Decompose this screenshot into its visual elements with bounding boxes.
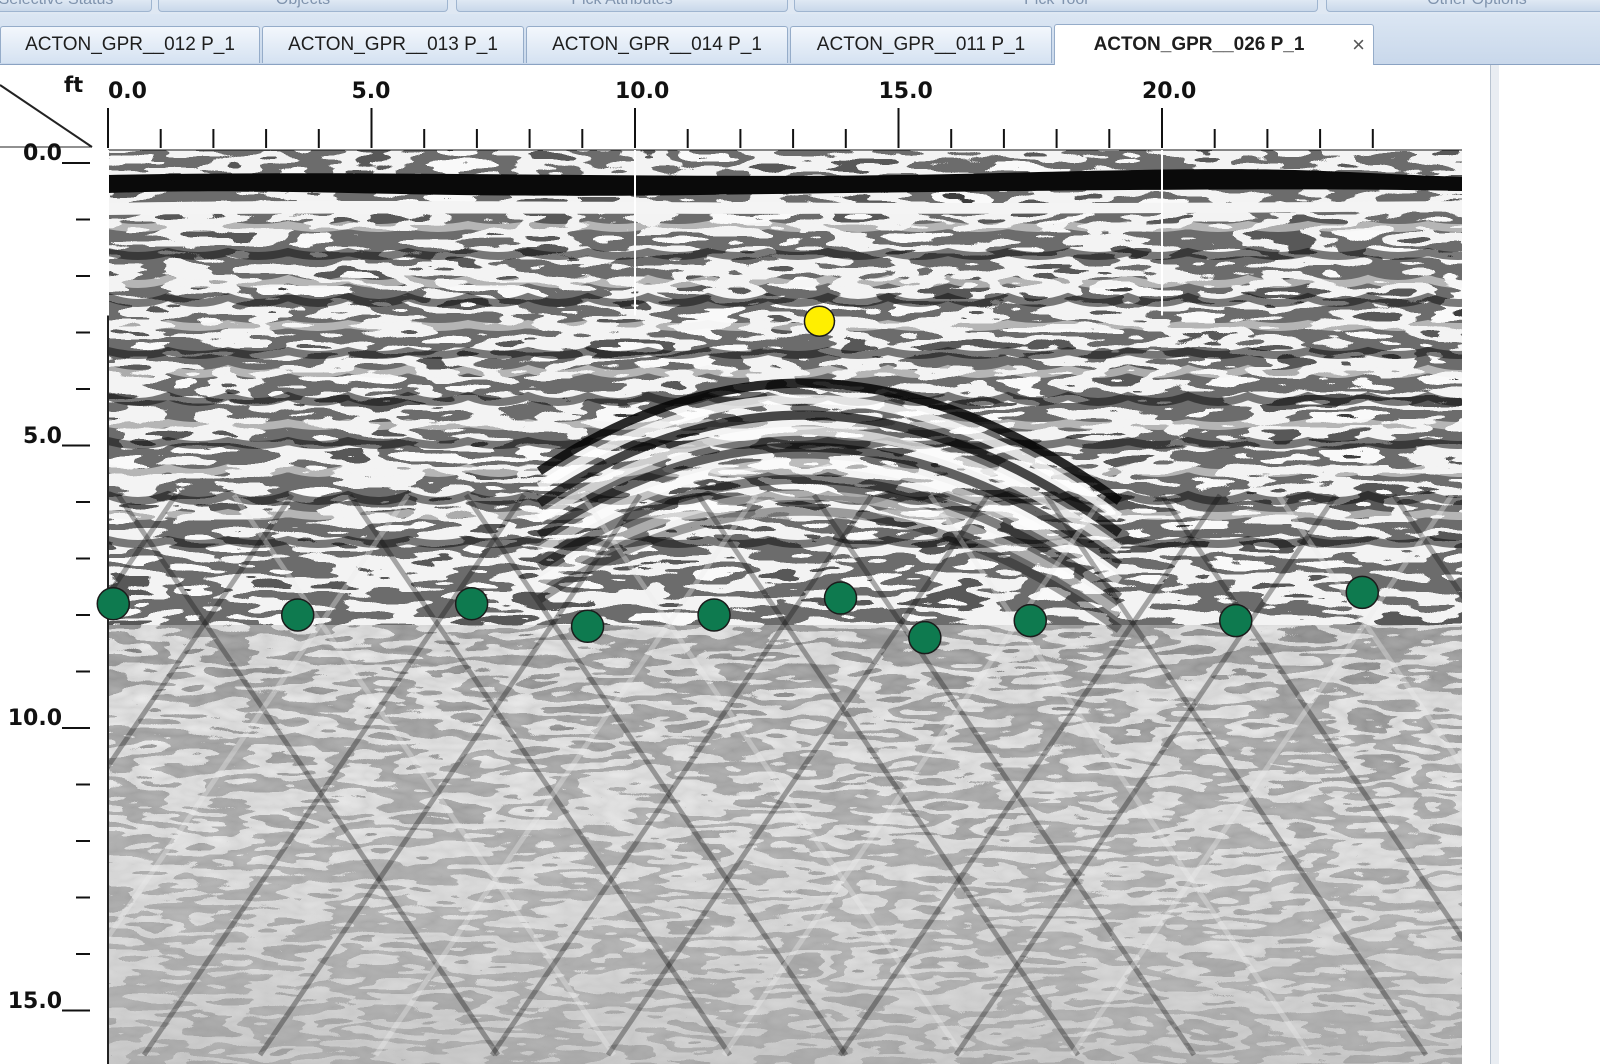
interface-pick-marker[interactable] [1345, 575, 1380, 610]
horizontal-distance-axis [107, 108, 1462, 151]
radargram-image [0, 150, 1462, 1064]
document-tab-strip: ACTON_GPR__012 P_1 ACTON_GPR__013 P_1 AC… [0, 14, 1600, 65]
diffraction-streak [0, 495, 60, 1055]
apex-pick-marker[interactable] [803, 305, 836, 337]
tab-acton-gpr-026-label: ACTON_GPR__026 P_1 [1093, 34, 1305, 55]
layer-band [108, 535, 1462, 548]
depth-axis [62, 162, 90, 1012]
interface-pick-marker[interactable] [697, 598, 731, 632]
depth-tick-label: 10.0 [7, 706, 62, 731]
x-tick-label: 5.0 [351, 79, 391, 104]
radargram-canvas[interactable] [0, 65, 1500, 1064]
interface-pick-marker[interactable] [454, 586, 489, 621]
interface-pick-marker[interactable] [280, 598, 315, 632]
unit-label: ft [64, 73, 84, 97]
tab-acton-gpr-011[interactable]: ACTON_GPR__011 P_1 [790, 26, 1052, 63]
x-tick-label: 10.0 [615, 79, 670, 104]
tab-acton-gpr-012[interactable]: ACTON_GPR__012 P_1 [0, 26, 260, 63]
right-pane-splitter[interactable] [1490, 65, 1499, 1064]
close-icon[interactable]: × [1352, 25, 1365, 65]
ribbon-toolbar: Selective Status Objects Pick Attributes… [0, 0, 1600, 14]
layer-band [108, 247, 1462, 260]
ribbon-group-pick-attributes[interactable]: Pick Attributes [456, 0, 788, 12]
layer-band [108, 346, 1462, 359]
interface-pick-marker[interactable] [1013, 603, 1047, 638]
ribbon-group-selective-status[interactable]: Selective Status [0, 0, 152, 12]
ribbon-group-other-options[interactable]: Other Options [1326, 0, 1600, 12]
ribbon-group-pick-tool[interactable]: Pick Tool [794, 0, 1318, 12]
layer-band [108, 319, 1462, 331]
interface-pick-marker[interactable] [823, 581, 858, 615]
depth-tick-label: 15.0 [7, 988, 62, 1014]
layer-band [108, 220, 1462, 232]
depth-tick-label: 0.0 [23, 141, 62, 166]
depth-tick-label: 5.0 [23, 423, 62, 449]
x-tick-label: 0.0 [108, 79, 147, 104]
interface-pick-marker[interactable] [570, 609, 605, 644]
interface-pick-marker[interactable] [96, 586, 131, 621]
tab-acton-gpr-026[interactable]: ACTON_GPR__026 P_1 × [1054, 24, 1374, 65]
x-tick-label: 15.0 [878, 79, 933, 104]
x-tick-label: 20.0 [1142, 79, 1197, 104]
layer-band [108, 418, 1462, 430]
ribbon-group-objects[interactable]: Objects [158, 0, 448, 12]
interface-pick-marker[interactable] [908, 620, 942, 655]
gpr-profile-viewer[interactable]: ft 0.0 5.0 10.0 15.0 20.0 0.0 5.0 10.0 15.0 [0, 65, 1600, 1064]
tab-acton-gpr-013[interactable]: ACTON_GPR__013 P_1 [262, 26, 524, 63]
tab-acton-gpr-014[interactable]: ACTON_GPR__014 P_1 [526, 26, 788, 63]
interface-pick-marker[interactable] [1219, 603, 1253, 638]
